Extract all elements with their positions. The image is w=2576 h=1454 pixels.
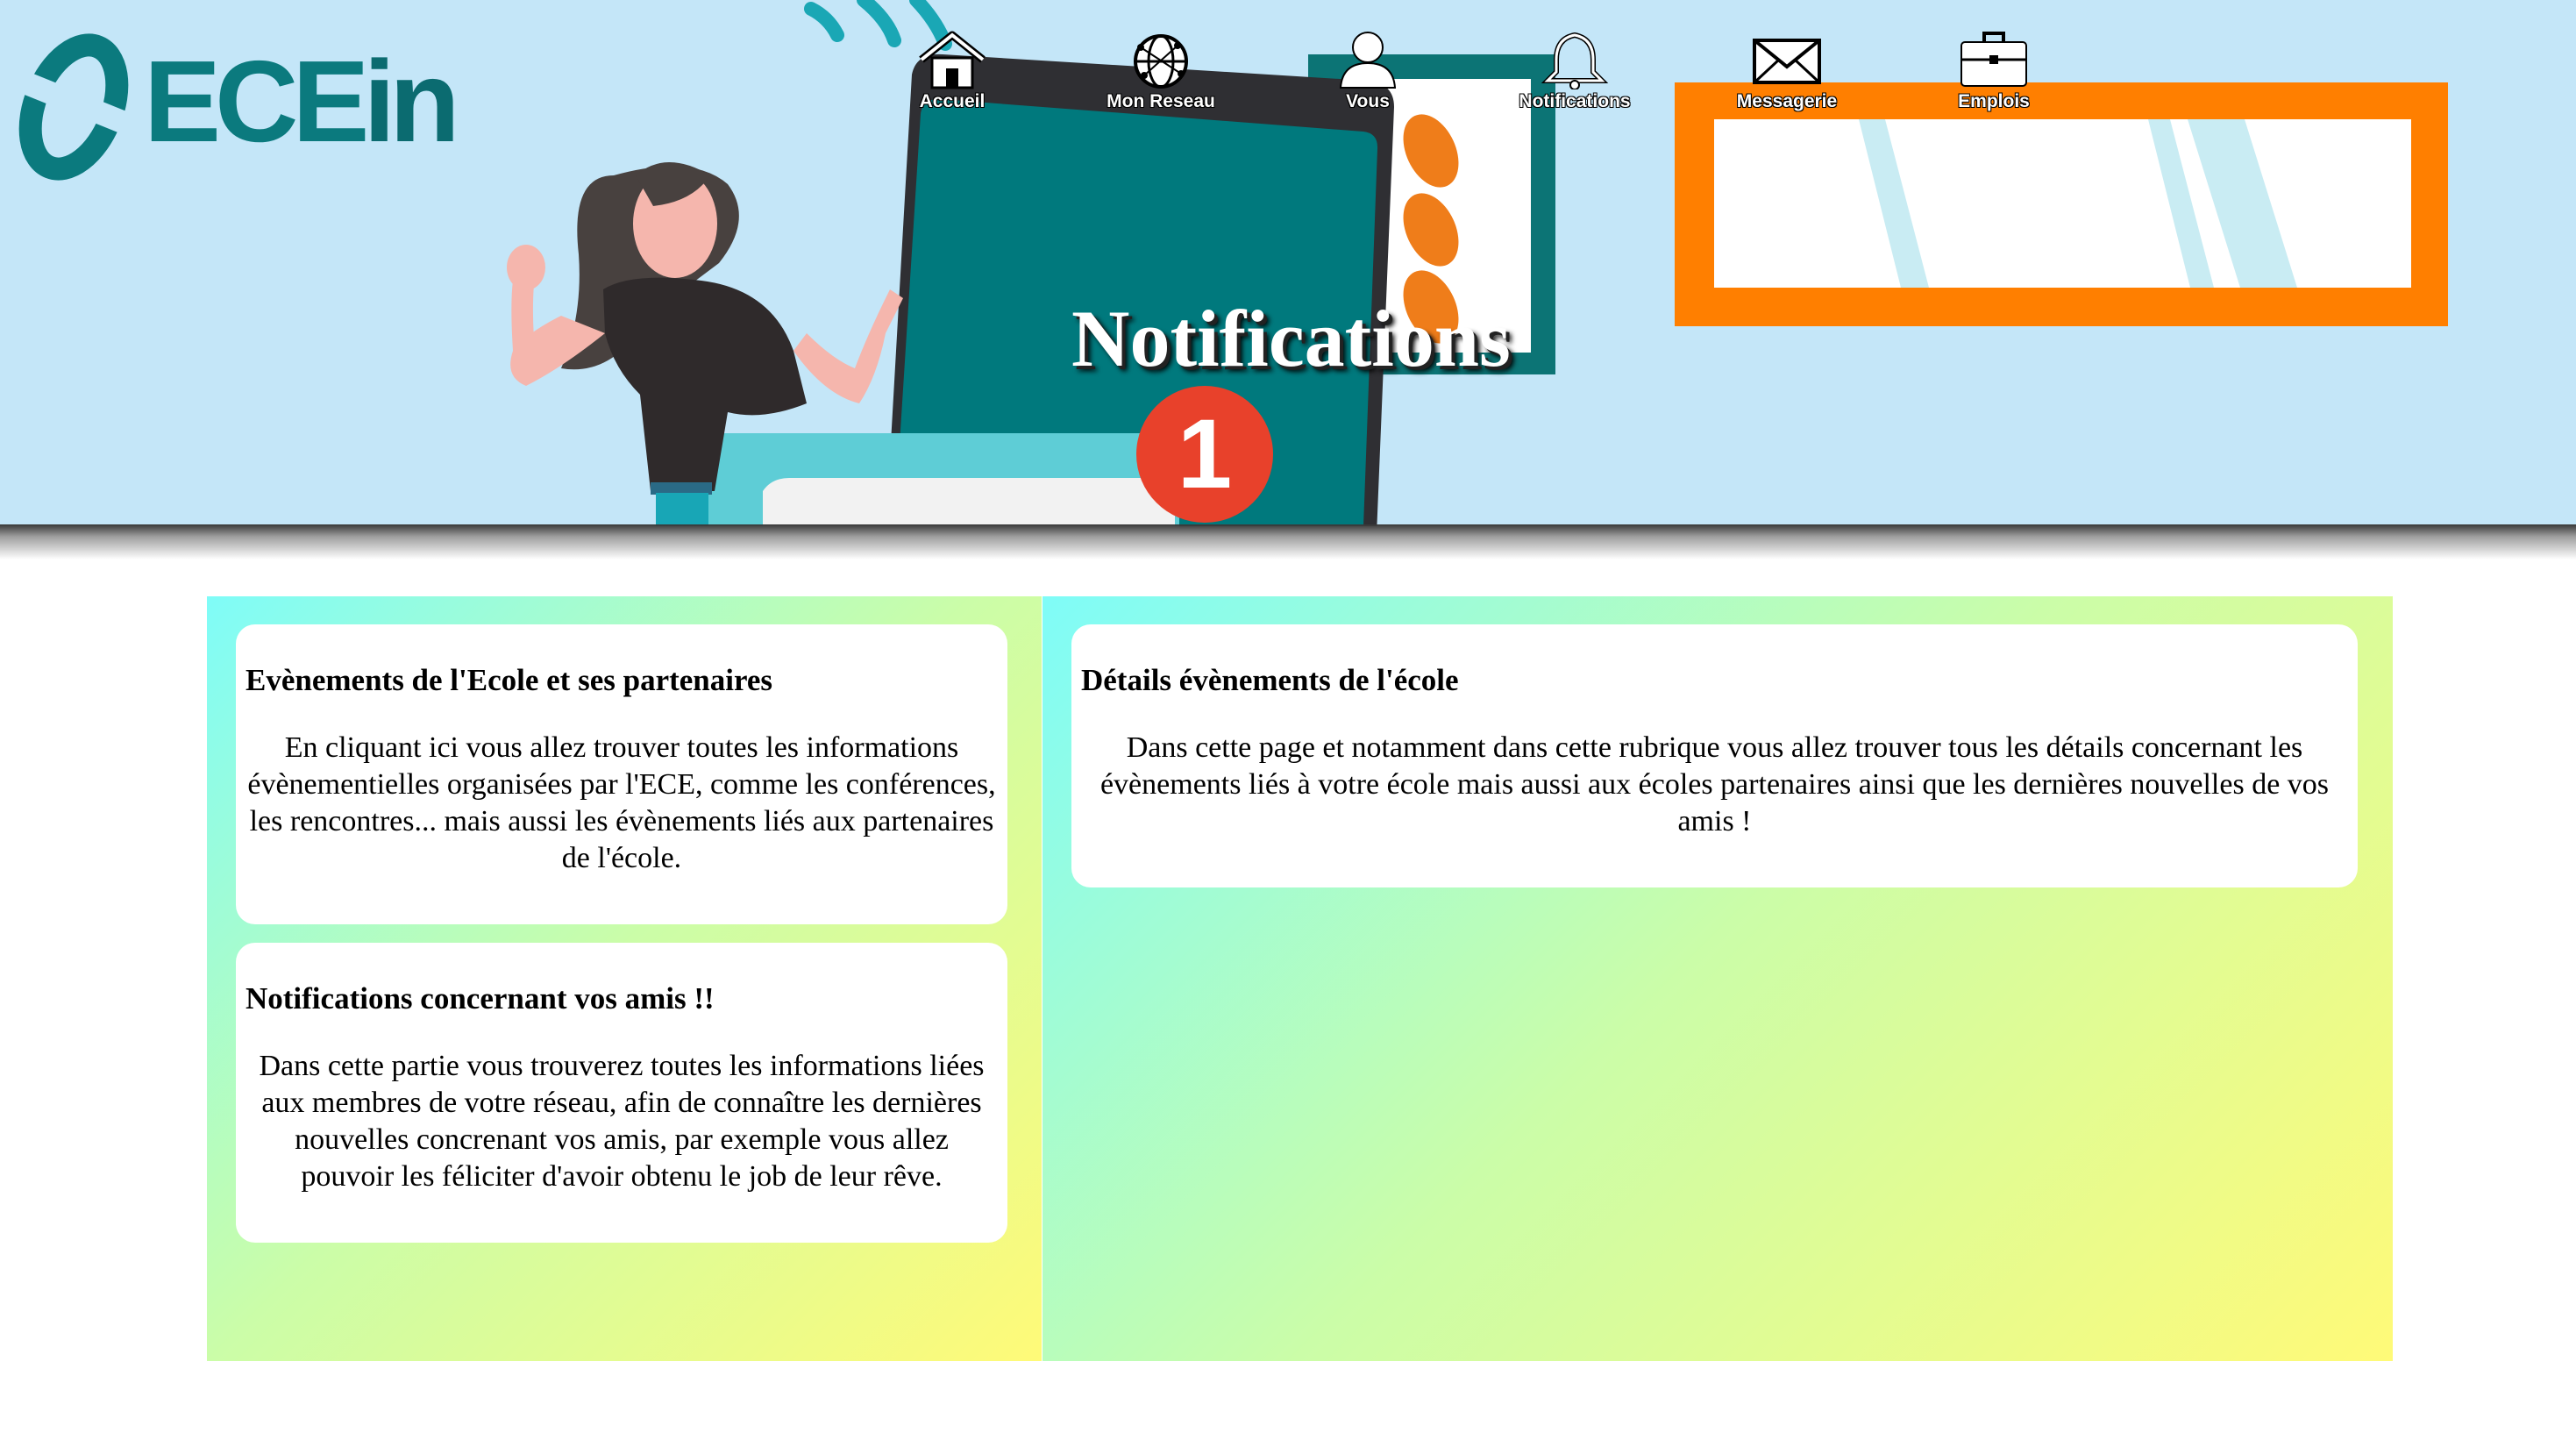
school-events-title: Evènements de l'Ecole et ses partenaires xyxy=(246,663,773,697)
notification-badge-count: 1 xyxy=(1177,399,1233,509)
banner-shadow xyxy=(0,524,2576,560)
logo-ring-icon xyxy=(14,33,135,181)
user-icon xyxy=(1339,32,1397,89)
friends-notifications-title: Notifications concernant vos amis !! xyxy=(246,981,715,1016)
bell-icon xyxy=(1541,32,1609,89)
nav-label-notifications: Notifications xyxy=(1519,91,1631,111)
school-events-card[interactable]: Evènements de l'Ecole et ses partenaires… xyxy=(236,624,1007,924)
event-details-title: Détails évènements de l'école xyxy=(1081,663,1459,697)
logo[interactable]: ECEin xyxy=(12,25,460,188)
right-panel: Détails évènements de l'école Dans cette… xyxy=(1042,596,2393,1361)
logo-text: ECEin xyxy=(144,44,460,160)
friends-notifications-text: Dans cette partie vous trouverez toutes … xyxy=(259,1050,985,1193)
page-title: Notifications xyxy=(1071,294,1511,383)
home-icon xyxy=(919,31,986,89)
nav-item-accueil[interactable]: Accueil xyxy=(865,30,1040,118)
nav-label-accueil: Accueil xyxy=(919,91,986,111)
globe-network-icon xyxy=(1134,34,1188,89)
nav-label-vous: Vous xyxy=(1346,91,1390,111)
envelope-icon xyxy=(1753,39,1821,84)
nav-label-messagerie: Messagerie xyxy=(1736,91,1838,111)
left-panel: Evènements de l'Ecole et ses partenaires… xyxy=(207,596,1042,1361)
nav-item-vous[interactable]: Vous xyxy=(1280,30,1455,118)
event-details-card: Détails évènements de l'école Dans cette… xyxy=(1071,624,2358,887)
nav-item-mon-reseau[interactable]: Mon Reseau xyxy=(1073,30,1249,118)
nav-item-emplois[interactable]: Emplois xyxy=(1906,30,2081,118)
briefcase-icon xyxy=(1960,32,2027,87)
header-banner: 1 ECEin Notifications Accueil Mon Reseau… xyxy=(0,0,2576,526)
nav-item-notifications[interactable]: Notifications xyxy=(1487,30,1662,118)
logo-text-in: in xyxy=(363,37,459,166)
friends-notifications-card[interactable]: Notifications concernant vos amis !! Dan… xyxy=(236,943,1007,1243)
nav-label-emplois: Emplois xyxy=(1958,91,2030,111)
nav-item-messagerie[interactable]: Messagerie xyxy=(1699,30,1875,118)
logo-text-ece: ECE xyxy=(144,37,369,166)
nav-label-mon-reseau: Mon Reseau xyxy=(1107,91,1215,111)
event-details-text: Dans cette page et notamment dans cette … xyxy=(1099,731,2330,837)
school-events-text: En cliquant ici vous allez trouver toute… xyxy=(247,731,996,874)
